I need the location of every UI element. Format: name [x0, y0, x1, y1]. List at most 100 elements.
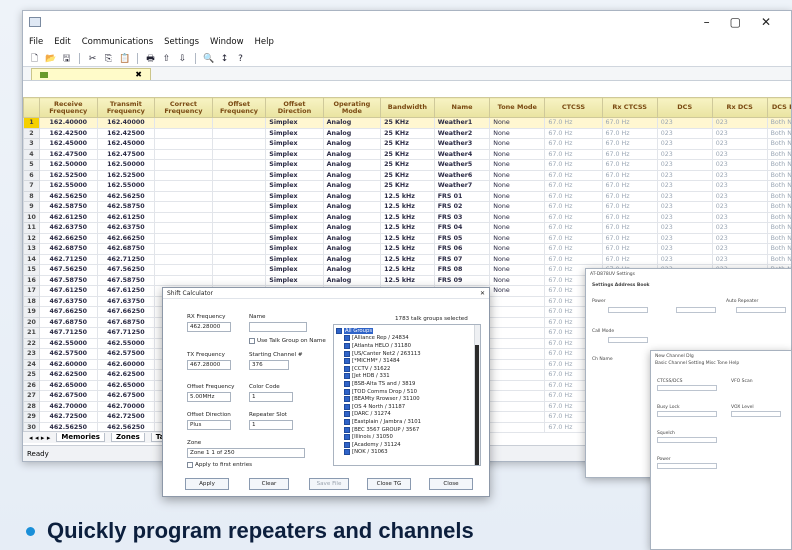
talk-group-checkbox[interactable]: [344, 373, 350, 380]
table-cell[interactable]: Simplex: [265, 274, 324, 286]
table-cell[interactable]: [154, 232, 213, 244]
table-cell[interactable]: 162.52500: [96, 169, 156, 181]
table-cell[interactable]: 023: [711, 169, 768, 181]
settings-field[interactable]: [608, 307, 648, 313]
document-tab-close-icon[interactable]: ✖: [135, 70, 142, 79]
table-cell[interactable]: [211, 148, 267, 160]
table-cell[interactable]: 467.71250: [96, 327, 156, 339]
table-cell[interactable]: 023: [656, 127, 713, 139]
talk-group-checkbox[interactable]: [344, 441, 350, 448]
talk-group-item[interactable]: [Alliance Rep / 24834: [336, 335, 478, 343]
table-row[interactable]: 13 462.68750 462.68750 Simplex Analog 12.5 kH…: [23, 243, 791, 255]
table-cell[interactable]: 467.61250: [38, 285, 98, 297]
paste-icon[interactable]: 📋: [119, 54, 130, 64]
table-cell[interactable]: 67.0 Hz: [601, 201, 658, 213]
table-cell[interactable]: Analog: [322, 117, 382, 129]
table-cell[interactable]: 462.58750: [96, 201, 156, 213]
table-cell[interactable]: [154, 264, 213, 276]
table-row[interactable]: 11 462.63750 462.63750 Simplex Analog 12.5 kH…: [23, 222, 791, 234]
table-cell[interactable]: 023: [656, 117, 713, 129]
table-cell[interactable]: None: [489, 264, 546, 276]
table-cell[interactable]: None: [489, 211, 546, 223]
repeater-slot-select[interactable]: 1: [249, 420, 293, 430]
col-ctcss[interactable]: CTCSS: [544, 97, 603, 118]
menu-file[interactable]: File: [29, 37, 43, 47]
table-cell[interactable]: 462.68750: [96, 243, 156, 255]
table-cell[interactable]: 467.63750: [96, 295, 156, 307]
table-cell[interactable]: Analog: [322, 138, 382, 150]
copy-icon[interactable]: ⎘: [103, 54, 114, 64]
table-cell[interactable]: [154, 243, 213, 255]
table-cell[interactable]: [489, 400, 546, 412]
table-cell[interactable]: 462.62500: [38, 369, 98, 381]
table-cell[interactable]: [489, 306, 546, 318]
table-cell[interactable]: 67.0 Hz: [544, 190, 603, 202]
rx-frequency-input[interactable]: 462.28000: [187, 322, 231, 332]
dialog-close-icon[interactable]: ✕: [480, 290, 485, 297]
channel-field[interactable]: [657, 385, 717, 391]
table-cell[interactable]: 462.65000: [96, 379, 156, 391]
col-receive-frequency[interactable]: Receive Frequency: [38, 97, 98, 118]
table-cell[interactable]: 67.0 Hz: [544, 253, 603, 265]
row-number[interactable]: 17: [23, 285, 40, 297]
table-cell[interactable]: 462.67500: [38, 390, 98, 402]
table-cell[interactable]: [154, 117, 213, 129]
talk-group-item[interactable]: [*MICHM* / 31484: [336, 357, 478, 365]
talk-group-checkbox[interactable]: [344, 380, 350, 387]
table-cell[interactable]: [154, 274, 213, 286]
settings-field[interactable]: [736, 307, 786, 313]
table-cell[interactable]: [489, 411, 546, 423]
tab-memories[interactable]: Memories: [56, 433, 105, 442]
table-cell[interactable]: [489, 390, 546, 402]
table-cell[interactable]: 462.60000: [96, 358, 156, 370]
row-number[interactable]: 2: [23, 127, 40, 139]
table-row[interactable]: 3 162.45000 162.45000 Simplex Analog 25 KHz We…: [23, 138, 791, 150]
table-cell[interactable]: Analog: [322, 159, 382, 171]
table-cell[interactable]: 462.70000: [96, 400, 156, 412]
table-cell[interactable]: 162.42500: [38, 127, 98, 139]
table-cell[interactable]: FRS 05: [433, 232, 491, 244]
table-cell[interactable]: Both N: [766, 169, 791, 181]
talk-group-item[interactable]: [Atlanta HELO / 31180: [336, 342, 478, 350]
table-cell[interactable]: 023: [656, 169, 713, 181]
table-cell[interactable]: 023: [711, 190, 768, 202]
table-cell[interactable]: 467.66250: [38, 306, 98, 318]
channel-field[interactable]: [657, 411, 717, 417]
table-cell[interactable]: [211, 127, 267, 139]
open-icon[interactable]: 📂: [45, 54, 56, 64]
table-cell[interactable]: [211, 211, 267, 223]
table-cell[interactable]: 023: [711, 180, 768, 192]
table-cell[interactable]: [211, 232, 267, 244]
table-row[interactable]: 2 162.42500 162.42500 Simplex Analog 25 KHz We…: [23, 127, 791, 139]
menu-help[interactable]: Help: [255, 37, 274, 47]
table-cell[interactable]: 25 KHz: [380, 159, 435, 171]
table-cell[interactable]: 467.56250: [38, 264, 98, 276]
table-cell[interactable]: Analog: [322, 274, 382, 286]
apply-to-all-checkbox[interactable]: Apply to first entries: [187, 462, 252, 468]
name-input[interactable]: [249, 322, 307, 332]
talk-group-item[interactable]: [NOK / 31063: [336, 449, 478, 457]
col-rx-dcs[interactable]: Rx DCS: [711, 97, 768, 118]
table-cell[interactable]: 25 KHz: [380, 148, 435, 160]
table-cell[interactable]: Weather1: [433, 117, 491, 129]
talk-group-checkbox[interactable]: [344, 350, 350, 357]
table-cell[interactable]: 67.0 Hz: [601, 169, 658, 181]
table-cell[interactable]: 462.67500: [96, 390, 156, 402]
table-cell[interactable]: [489, 358, 546, 370]
col-offset-direction[interactable]: Offset Direction: [265, 97, 324, 118]
table-cell[interactable]: [211, 264, 267, 276]
table-cell[interactable]: 462.70000: [38, 400, 98, 412]
table-cell[interactable]: 162.45000: [96, 138, 156, 150]
row-number[interactable]: 13: [23, 243, 40, 255]
table-cell[interactable]: [489, 348, 546, 360]
col-correct-frequency[interactable]: Correct Frequency: [154, 97, 213, 118]
table-cell[interactable]: 462.72500: [38, 411, 98, 423]
table-cell[interactable]: Simplex: [265, 211, 324, 223]
table-cell[interactable]: 162.47500: [38, 148, 98, 160]
table-cell[interactable]: None: [489, 243, 546, 255]
talk-group-item[interactable]: [BEC 3567 GROUP / 3567: [336, 426, 478, 434]
table-cell[interactable]: 467.61250: [96, 285, 156, 297]
table-cell[interactable]: 462.62500: [96, 369, 156, 381]
talk-group-item[interactable]: [Illinois / 31050: [336, 433, 478, 441]
row-number[interactable]: 24: [23, 358, 40, 370]
